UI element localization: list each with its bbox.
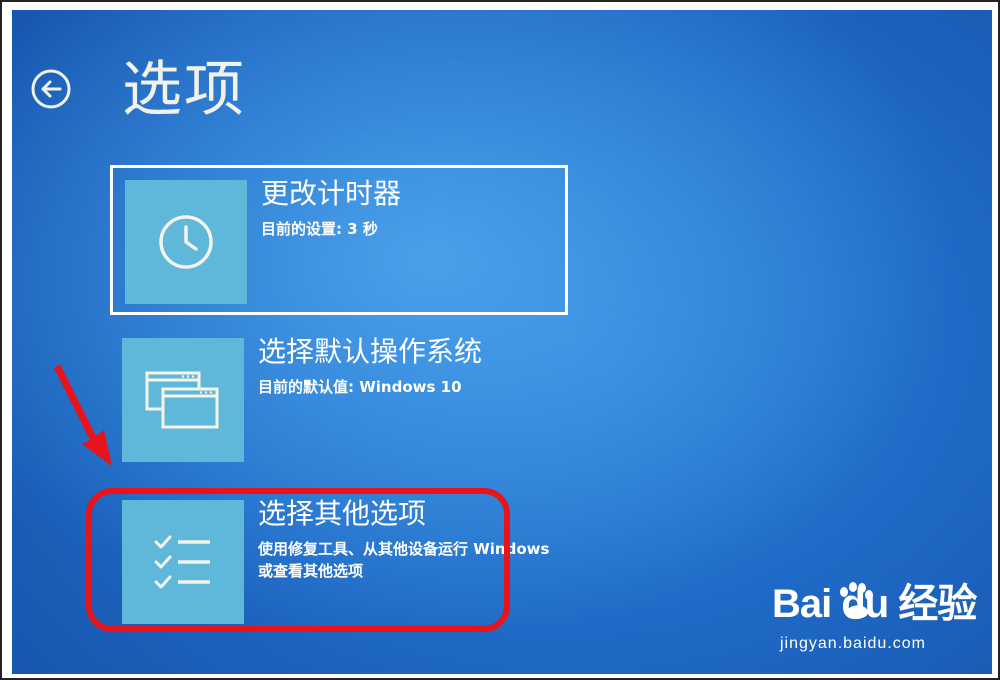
- option-title: 选择其他选项: [258, 497, 427, 530]
- image-frame: 选项 更改计时器 目前的设置: 3 秒 选择默认操作系统 目前的默认值: Win…: [0, 0, 1000, 680]
- watermark-url: jingyan.baidu.com: [780, 635, 926, 652]
- back-button[interactable]: [30, 68, 72, 110]
- baidu-jingyan-watermark: Bai du 经验 jingyan.baidu.com: [772, 574, 982, 664]
- boot-options-screen: 选项 更改计时器 目前的设置: 3 秒 选择默认操作系统 目前的默认值: Win…: [12, 10, 992, 674]
- option-change-timer[interactable]: 更改计时器 目前的设置: 3 秒: [110, 165, 568, 315]
- clock-icon: [159, 215, 213, 269]
- paw-logo-icon: [840, 582, 873, 620]
- option-tile: [122, 338, 244, 462]
- option-tile: [122, 500, 244, 624]
- watermark-brand: Bai du 经验: [772, 582, 977, 626]
- option-title: 选择默认操作系统: [258, 335, 483, 368]
- option-description: 使用修复工具、从其他设备运行 Windows 或查看其他选项: [258, 540, 550, 580]
- back-arrow-icon: [31, 69, 71, 109]
- option-choose-other-options[interactable]: 选择其他选项 使用修复工具、从其他设备运行 Windows 或查看其他选项: [110, 488, 568, 638]
- page-title: 选项: [122, 55, 246, 125]
- option-tile: [125, 180, 247, 304]
- windows-stack-icon: [145, 371, 219, 429]
- option-description: 目前的默认值: Windows 10: [258, 378, 462, 396]
- option-title: 更改计时器: [261, 177, 402, 210]
- option-choose-default-os[interactable]: 选择默认操作系统 目前的默认值: Windows 10: [110, 326, 568, 476]
- checklist-icon: [154, 535, 210, 589]
- option-description: 目前的设置: 3 秒: [261, 220, 378, 238]
